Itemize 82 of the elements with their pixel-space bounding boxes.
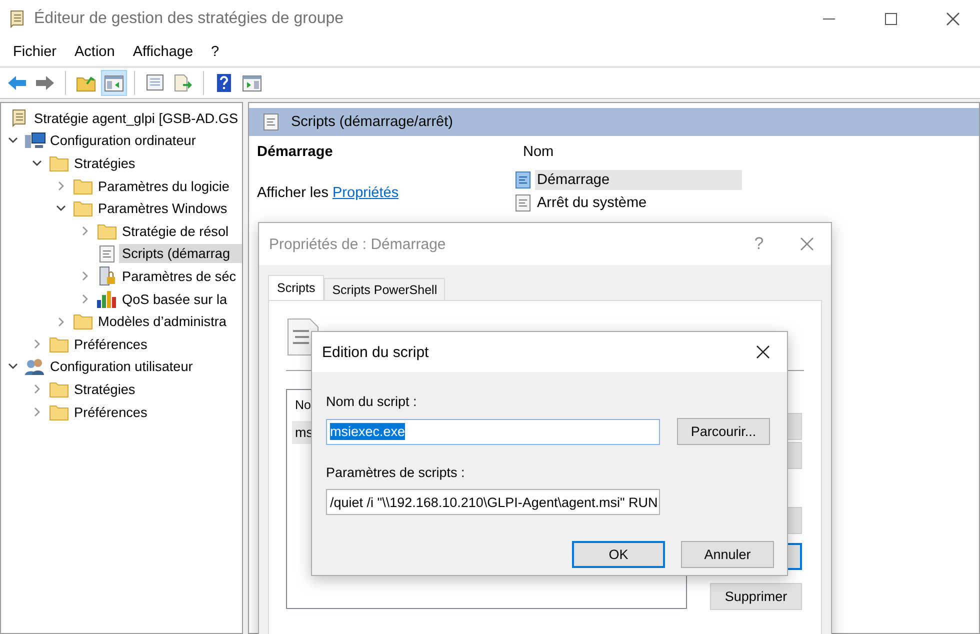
export-list-icon[interactable]	[173, 74, 193, 92]
list-item[interactable]: Démarrage	[535, 170, 742, 190]
chevron-down-icon[interactable]	[8, 137, 18, 144]
back-arrow-icon[interactable]	[7, 75, 27, 91]
scroll-icon	[10, 108, 28, 128]
section-heading: Démarrage	[257, 144, 334, 160]
tree-item[interactable]: Configuration ordinateur	[47, 131, 242, 150]
input-field[interactable]: /quiet /i "\\192.168.10.210\GLPI-Agent\agent.msi" RUN	[326, 489, 660, 515]
browse-button[interactable]: Parcourir...	[677, 418, 770, 445]
folder-icon	[73, 313, 93, 330]
chevron-right-icon[interactable]	[34, 407, 40, 418]
folder-icon	[73, 200, 93, 218]
maximize-icon[interactable]	[885, 13, 897, 25]
pane-title: Scripts (démarrage/arrêt)	[291, 114, 453, 130]
minimize-icon[interactable]	[823, 18, 835, 20]
action-pane-icon[interactable]	[242, 74, 262, 92]
help-icon[interactable]	[216, 73, 232, 93]
menu-item[interactable]: Fichier	[4, 44, 66, 60]
tree-item[interactable]: Paramètres Windows	[95, 199, 242, 218]
tree-item[interactable]: Paramètres du logicie	[95, 176, 242, 196]
dialog-button[interactable]: OK	[572, 541, 665, 568]
users-icon	[24, 358, 46, 376]
tree-pane-icon[interactable]	[104, 74, 124, 92]
folder-up-icon[interactable]	[76, 74, 96, 92]
tree-item[interactable]: Configuration utilisateur	[47, 357, 242, 376]
folder-icon	[49, 154, 69, 172]
chevron-down-icon[interactable]	[56, 205, 66, 212]
folder-icon	[49, 404, 69, 421]
close-icon[interactable]	[946, 12, 960, 26]
tree-item[interactable]: Stratégie agent_glpi [GSB-AD.GS	[31, 108, 242, 128]
tree-item[interactable]: Paramètres de séc	[119, 266, 242, 286]
properties-link[interactable]: Propriétés	[332, 185, 399, 201]
tree-item[interactable]: Scripts (démarrag	[119, 244, 242, 264]
computer-icon	[24, 132, 46, 150]
folder-icon	[49, 336, 69, 353]
window-title: Éditeur de gestion des stratégies de groupe	[34, 10, 345, 28]
bar-chart-icon	[96, 290, 118, 308]
dialog-button[interactable]: Annuler	[681, 541, 774, 568]
tab[interactable]: Scripts PowerShell	[324, 278, 446, 300]
dialog-title: Propriétés de : Démarrage	[269, 236, 447, 252]
close-icon[interactable]	[756, 345, 770, 359]
chevron-right-icon[interactable]	[82, 294, 88, 304]
scroll-icon	[8, 9, 26, 29]
input-field[interactable]: msiexec.exe	[326, 418, 660, 444]
column-header[interactable]: No	[292, 398, 311, 412]
chevron-down-icon[interactable]	[8, 363, 18, 370]
menu-item[interactable]: Action	[66, 44, 124, 60]
tree-item[interactable]: Préférences	[71, 402, 242, 422]
script-icon	[263, 113, 279, 131]
forward-arrow-icon[interactable]	[35, 75, 55, 91]
tree-item[interactable]: Modèles d’administra	[95, 312, 242, 332]
menu-item[interactable]: Affichage	[124, 44, 202, 60]
tree-item[interactable]: Stratégies	[71, 154, 242, 173]
chevron-right-icon[interactable]	[58, 316, 64, 327]
column-header[interactable]: Nom	[515, 142, 742, 168]
chevron-down-icon[interactable]	[32, 160, 42, 167]
tree-item[interactable]: Préférences	[71, 334, 242, 354]
folder-icon	[73, 178, 93, 195]
folder-icon	[97, 222, 117, 240]
tree-item[interactable]: Stratégie de résol	[119, 222, 242, 241]
tree-item[interactable]: QoS basée sur la	[119, 290, 242, 309]
tree-pane-button[interactable]	[101, 70, 127, 96]
server-lock-icon	[97, 266, 117, 286]
field-label: Nom du script :	[326, 394, 418, 409]
chevron-right-icon[interactable]	[82, 226, 88, 236]
menu-item[interactable]: ?	[202, 44, 228, 60]
folder-icon	[49, 380, 69, 398]
script-icon	[515, 170, 531, 188]
chevron-right-icon[interactable]	[58, 181, 64, 192]
properties-icon[interactable]	[146, 74, 164, 92]
info-text: Afficher les	[257, 185, 330, 201]
chevron-right-icon[interactable]	[34, 339, 40, 350]
script-icon	[99, 244, 115, 263]
script-icon	[515, 194, 531, 212]
list-item[interactable]: Arrêt du système	[535, 192, 742, 212]
dialog-title: Edition du script	[322, 344, 430, 360]
chevron-right-icon[interactable]	[34, 384, 40, 394]
chevron-right-icon[interactable]	[82, 271, 88, 282]
field-label: Paramètres de scripts :	[326, 465, 466, 480]
tree-item[interactable]: Stratégies	[71, 380, 242, 399]
dialog-button[interactable]: Supprimer	[710, 583, 802, 610]
tab[interactable]: Scripts	[268, 275, 324, 300]
